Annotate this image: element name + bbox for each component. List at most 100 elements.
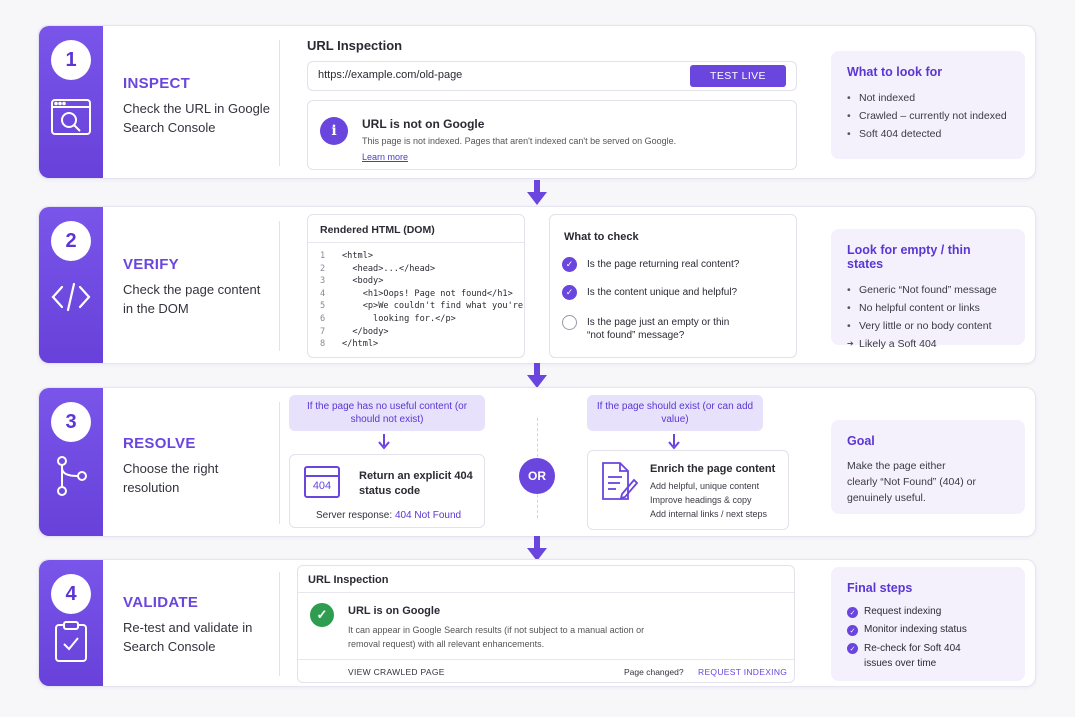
box-divider bbox=[298, 592, 794, 593]
checked-icon: ✓ bbox=[847, 607, 858, 618]
clipboard-check-icon bbox=[55, 621, 87, 662]
enrich-content-box: Enrich the page content Add helpful, uni… bbox=[587, 450, 789, 530]
code-text: <html> bbox=[342, 251, 374, 261]
box-divider bbox=[298, 659, 794, 660]
check-item-text: Is the page just an empty or thin “not f… bbox=[587, 317, 730, 341]
enrich-item: Add helpful, unique content bbox=[650, 481, 760, 491]
code-box-divider bbox=[308, 242, 524, 243]
panel-item: Crawled – currently not indexed bbox=[847, 107, 1009, 125]
what-to-check-box: What to check ✓ Is the page returning re… bbox=[549, 214, 797, 358]
step-card-verify: 2 VERIFY Check the page content in the D… bbox=[38, 206, 1036, 364]
step-rail: 3 bbox=[39, 388, 103, 536]
step-description: Choose the right resolution bbox=[123, 461, 219, 495]
down-arrow-icon bbox=[378, 434, 390, 450]
panel-conclusion: Likely a Soft 404 bbox=[847, 335, 1009, 353]
status-text: It can appear in Google Search results (… bbox=[348, 625, 645, 649]
rendered-html-box: Rendered HTML (DOM) 1 <html> 2 <head>...</… bbox=[307, 214, 525, 358]
check-circle-icon: ✓ bbox=[310, 603, 334, 627]
step-card-resolve: 3 RESOLVE Choose the right resolution If… bbox=[38, 387, 1036, 537]
code-line: 5 <p>We couldn't find what you're bbox=[320, 300, 523, 313]
what-to-look-for-panel: What to look for Not indexed Crawled – c… bbox=[831, 51, 1025, 159]
line-number: 5 bbox=[320, 301, 326, 312]
step-description: Re-test and validate in Search Console bbox=[123, 620, 253, 654]
request-indexing-button[interactable]: REQUEST INDEXING bbox=[698, 667, 787, 677]
code-text: <p>We couldn't find what you're bbox=[342, 301, 524, 312]
url-inspection-result-box: URL Inspection ✓ URL is on Google It can… bbox=[297, 565, 795, 683]
code-text: <head>...</head> bbox=[342, 263, 436, 274]
or-badge: OR bbox=[519, 458, 555, 494]
learn-more-link[interactable]: Learn more bbox=[362, 152, 408, 162]
enrich-item: Add internal links / next steps bbox=[650, 509, 768, 519]
step-title: RESOLVE bbox=[123, 435, 196, 452]
indexing-status-box: i URL is not on Google This page is not … bbox=[307, 100, 797, 170]
code-line: 4 <h1>Oops! Page not found</h1> bbox=[320, 288, 523, 301]
enrich-item: Improve headings & copy bbox=[650, 495, 752, 505]
divider bbox=[279, 40, 280, 166]
down-arrow-icon bbox=[527, 363, 547, 388]
step-rail: 2 bbox=[39, 207, 103, 363]
check-box-title: What to check bbox=[564, 231, 639, 243]
status-text: This page is not indexed. Pages that are… bbox=[362, 136, 677, 146]
step-number: 3 bbox=[51, 402, 91, 442]
code-line: 3 <body> bbox=[320, 275, 523, 288]
step-rail: 1 bbox=[39, 26, 103, 178]
code-text: <h1>Oops! Page not found</h1> bbox=[342, 288, 513, 299]
check-item-text: Is the content unique and helpful? bbox=[587, 287, 738, 298]
step-number: 1 bbox=[51, 40, 91, 80]
url-inspection-heading: URL Inspection bbox=[307, 38, 403, 53]
down-arrow-icon bbox=[668, 434, 680, 450]
line-number: 6 bbox=[320, 313, 326, 324]
browser-search-icon bbox=[51, 99, 91, 135]
code-line: 6 looking for.</p> bbox=[320, 313, 523, 326]
checked-icon: ✓ bbox=[847, 643, 858, 654]
panel-item: Soft 404 detected bbox=[847, 125, 1009, 143]
code-text: </body> bbox=[342, 326, 389, 337]
condition-no-useful-content: If the page has no useful content (or sh… bbox=[289, 395, 485, 431]
step-number: 4 bbox=[51, 574, 91, 614]
check-item: Is the page just an empty or thin “not f… bbox=[562, 315, 747, 342]
edit-document-icon bbox=[602, 462, 638, 500]
step-description: Check the URL in Google Search Console bbox=[123, 101, 270, 135]
final-step-text: Monitor indexing status bbox=[864, 624, 967, 635]
step-card-inspect: 1 INSPECT Check the URL in Google Search… bbox=[38, 25, 1036, 179]
code-text: looking for.</p> bbox=[342, 313, 456, 324]
code-text: </html> bbox=[342, 339, 379, 350]
line-number: 4 bbox=[320, 288, 326, 299]
divider bbox=[279, 572, 280, 676]
url-input-bar: TEST LIVE bbox=[307, 61, 797, 91]
option-title: Return an explicit 404 status code bbox=[359, 470, 473, 497]
test-live-button[interactable]: TEST LIVE bbox=[690, 65, 786, 87]
step-description: Check the page content in the DOM bbox=[123, 282, 261, 316]
condition-should-exist: If the page should exist (or can add val… bbox=[587, 395, 763, 431]
404-page-icon: 404 bbox=[304, 466, 340, 498]
panel-item: Very little or no body content bbox=[847, 317, 1009, 335]
line-number: 1 bbox=[320, 251, 326, 261]
view-crawled-page-button[interactable]: VIEW CRAWLED PAGE bbox=[348, 667, 445, 677]
status-title: URL is on Google bbox=[348, 605, 441, 617]
final-step-text: Re-check for Soft 404 issues over time bbox=[864, 643, 961, 669]
step-title: VALIDATE bbox=[123, 594, 199, 611]
step-rail: 4 bbox=[39, 560, 103, 686]
final-step-text: Request indexing bbox=[864, 606, 942, 617]
check-item: ✓ Is the page returning real content? bbox=[562, 257, 739, 272]
code-line: 7 </body> bbox=[320, 326, 523, 339]
divider bbox=[279, 402, 280, 524]
code-line: 8 </html> bbox=[320, 338, 523, 351]
code-block: 1 <html> 2 <head>...</head> 3 <body> 4 <h1>O… bbox=[320, 250, 523, 351]
404-icon-bar bbox=[306, 475, 338, 477]
branch-icon bbox=[57, 456, 87, 496]
return-404-box: 404 Return an explicit 404 status code S… bbox=[289, 454, 485, 528]
status-title: URL is not on Google bbox=[362, 117, 485, 131]
panel-title: Look for empty / thin states bbox=[847, 243, 971, 271]
line-number: 8 bbox=[320, 339, 326, 350]
code-line: 1 <html> bbox=[320, 250, 523, 263]
server-response-label: Server response: bbox=[316, 510, 393, 521]
goal-text: Make the page either clearly “Not Found”… bbox=[847, 460, 976, 504]
goal-panel: Goal Make the page either clearly “Not F… bbox=[831, 420, 1025, 514]
down-arrow-icon bbox=[527, 180, 547, 205]
404-badge: 404 bbox=[312, 480, 332, 492]
url-input[interactable] bbox=[318, 69, 678, 81]
line-number: 7 bbox=[320, 326, 326, 337]
line-number: 3 bbox=[320, 276, 326, 287]
unchecked-icon bbox=[562, 315, 577, 330]
